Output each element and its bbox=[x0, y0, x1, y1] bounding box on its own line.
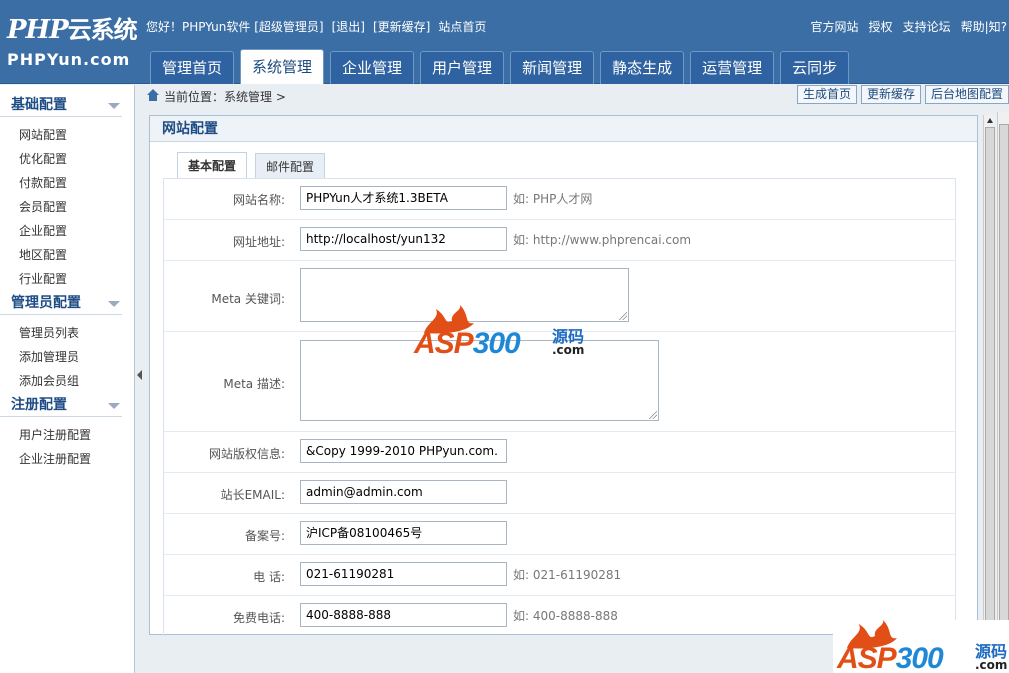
page-scrollbar[interactable] bbox=[997, 112, 1009, 673]
free-phone-label: 免费电话: bbox=[232, 611, 285, 625]
sidebar-item-site-config[interactable]: 网站配置 bbox=[0, 123, 134, 147]
form-row-admin-email: 站长EMAIL: admin@admin.com bbox=[164, 473, 955, 514]
tab-operations[interactable]: 运营管理 bbox=[690, 51, 775, 84]
official-site-link[interactable]: 官方网站 bbox=[811, 20, 859, 34]
tab-static-generation[interactable]: 静态生成 bbox=[600, 51, 685, 84]
resize-grip-icon[interactable] bbox=[649, 411, 657, 419]
watermark-com: .com bbox=[552, 343, 585, 357]
tab-admin-home[interactable]: 管理首页 bbox=[150, 51, 235, 84]
site-url-input[interactable]: http://localhost/yun132 bbox=[300, 227, 507, 251]
form-row-site-url: 网址地址: http://localhost/yun132 如: http://… bbox=[164, 220, 955, 261]
page-scrollbar-thumb[interactable] bbox=[999, 124, 1009, 624]
tab-mail-config[interactable]: 邮件配置 bbox=[255, 153, 326, 179]
welcome-text: 您好！PHPYun软件 [超级管理员] bbox=[146, 20, 324, 34]
icp-label: 备案号: bbox=[244, 529, 285, 543]
icp-input[interactable]: 沪ICP备08100465号 bbox=[300, 521, 507, 545]
panel-title: 网站配置 bbox=[150, 116, 977, 142]
site-name-label: 网站名称: bbox=[232, 193, 285, 207]
collapse-sidebar-icon[interactable] bbox=[137, 370, 142, 380]
sidebar-item-company-register-config[interactable]: 企业注册配置 bbox=[0, 447, 134, 471]
top-right-links: 官方网站 授权 支持论坛 帮助|知? bbox=[801, 18, 1007, 35]
meta-description-label: Meta 描述: bbox=[223, 377, 285, 391]
sidebar-item-add-admin[interactable]: 添加管理员 bbox=[0, 345, 134, 369]
breadcrumb-bar: 当前位置：系统管理 > 生成首页 更新缓存 后台地图配置 bbox=[140, 85, 1009, 107]
site-home-link[interactable]: 站点首页 bbox=[438, 20, 486, 34]
top-header: PHP云系统 PHPYun.com 您好！PHPYun软件 [超级管理员] [退出… bbox=[0, 0, 1009, 84]
site-name-hint: 如: PHP人才网 bbox=[513, 192, 593, 206]
scroll-up-icon[interactable] bbox=[987, 118, 993, 123]
refresh-cache-link[interactable]: [更新缓存] bbox=[373, 20, 430, 34]
form-row-icp: 备案号: 沪ICP备08100465号 bbox=[164, 514, 955, 555]
logout-link[interactable]: [退出] bbox=[332, 20, 365, 34]
copyright-label: 网站版权信息: bbox=[208, 447, 285, 461]
chevron-down-icon bbox=[108, 103, 120, 109]
chevron-down-icon bbox=[108, 403, 120, 409]
sidebar-item-add-member-group[interactable]: 添加会员组 bbox=[0, 369, 134, 393]
config-subtabs: 基本配置 邮件配置 bbox=[177, 152, 333, 179]
meta-keywords-label: Meta 关键词: bbox=[211, 292, 285, 306]
free-phone-input[interactable]: 400-8888-888 bbox=[300, 603, 507, 627]
sidebar-item-admin-list[interactable]: 管理员列表 bbox=[0, 321, 134, 345]
scrollbar-thumb[interactable] bbox=[985, 127, 995, 621]
watermark-logo-corner: ASP300 源码 .com bbox=[833, 620, 1009, 673]
site-name-input[interactable]: PHPYun人才系统1.3BETA bbox=[300, 186, 507, 210]
phpyun-logo[interactable]: PHP云系统 PHPYun.com bbox=[4, 4, 138, 74]
home-icon bbox=[147, 89, 159, 101]
site-url-label: 网址地址: bbox=[232, 235, 285, 249]
sidebar-item-member-config[interactable]: 会员配置 bbox=[0, 195, 134, 219]
site-config-panel: 网站配置 基本配置 邮件配置 网站名称: PHPYun人才系统1.3BETA 如:… bbox=[149, 115, 978, 636]
sidebar-item-company-config[interactable]: 企业配置 bbox=[0, 219, 134, 243]
tab-cloud-sync[interactable]: 云同步 bbox=[780, 51, 850, 84]
watermark-logo: ASP300 源码 .com bbox=[410, 305, 600, 367]
main-nav: 管理首页 系统管理 企业管理 用户管理 新闻管理 静态生成 运营管理 云同步 bbox=[150, 49, 855, 84]
tab-system-management[interactable]: 系统管理 bbox=[240, 49, 325, 84]
phone-label: 电 话: bbox=[253, 570, 285, 584]
logo-domain: PHPYun.com bbox=[7, 50, 131, 69]
admin-map-config-button[interactable]: 后台地图配置 bbox=[924, 85, 1009, 104]
tab-company-management[interactable]: 企业管理 bbox=[330, 51, 415, 84]
chevron-down-icon bbox=[108, 301, 120, 307]
form-row-phone: 电 话: 021-61190281 如: 021-61190281 bbox=[164, 555, 955, 596]
license-link[interactable]: 授权 bbox=[869, 20, 893, 34]
phone-hint: 如: 021-61190281 bbox=[513, 568, 622, 582]
admin-email-label: 站长EMAIL: bbox=[220, 488, 285, 502]
update-cache-button[interactable]: 更新缓存 bbox=[860, 85, 921, 104]
sidebar-item-payment-config[interactable]: 付款配置 bbox=[0, 171, 134, 195]
sidebar-section-admin[interactable]: 管理员配置 bbox=[0, 291, 122, 315]
sidebar-section-basic[interactable]: 基础配置 bbox=[0, 93, 122, 117]
tab-user-management[interactable]: 用户管理 bbox=[420, 51, 505, 84]
phone-input[interactable]: 021-61190281 bbox=[300, 562, 507, 586]
form-row-copyright: 网站版权信息: &Copy 1999-2010 PHPyun.com. bbox=[164, 432, 955, 473]
logo-mark: PHP云系统 bbox=[7, 15, 138, 45]
support-forum-link[interactable]: 支持论坛 bbox=[903, 20, 951, 34]
watermark-text: ASP300 bbox=[414, 327, 521, 360]
copyright-input[interactable]: &Copy 1999-2010 PHPyun.com. bbox=[300, 439, 507, 463]
sidebar-section-register[interactable]: 注册配置 bbox=[0, 393, 122, 417]
watermark-text: ASP300 bbox=[837, 642, 944, 673]
watermark-com: .com bbox=[975, 658, 1008, 672]
sidebar-item-user-register-config[interactable]: 用户注册配置 bbox=[0, 423, 134, 447]
tab-news-management[interactable]: 新闻管理 bbox=[510, 51, 595, 84]
resize-grip-icon[interactable] bbox=[619, 312, 627, 320]
config-form: 网站名称: PHPYun人才系统1.3BETA 如: PHP人才网 网址地址: … bbox=[163, 178, 956, 636]
tab-basic-config[interactable]: 基本配置 bbox=[177, 152, 248, 179]
sidebar-item-region-config[interactable]: 地区配置 bbox=[0, 243, 134, 267]
form-row-site-name: 网站名称: PHPYun人才系统1.3BETA 如: PHP人才网 bbox=[164, 179, 955, 220]
admin-email-input[interactable]: admin@admin.com bbox=[300, 480, 507, 504]
sidebar-item-seo-config[interactable]: 优化配置 bbox=[0, 147, 134, 171]
help-link[interactable]: 帮助|知? bbox=[961, 20, 1007, 34]
free-phone-hint: 如: 400-8888-888 bbox=[513, 609, 618, 623]
sidebar: 基础配置 网站配置 优化配置 付款配置 会员配置 企业配置 地区配置 行业配置 … bbox=[0, 85, 135, 673]
welcome-bar: 您好！PHPYun软件 [超级管理员] [退出] [更新缓存] 站点首页 bbox=[146, 18, 494, 35]
breadcrumb: 当前位置：系统管理 > bbox=[164, 90, 286, 104]
sidebar-item-industry-config[interactable]: 行业配置 bbox=[0, 267, 134, 291]
site-url-hint: 如: http://www.phprencai.com bbox=[513, 233, 692, 247]
generate-homepage-button[interactable]: 生成首页 bbox=[796, 85, 857, 104]
panel-scrollbar[interactable] bbox=[983, 115, 995, 635]
